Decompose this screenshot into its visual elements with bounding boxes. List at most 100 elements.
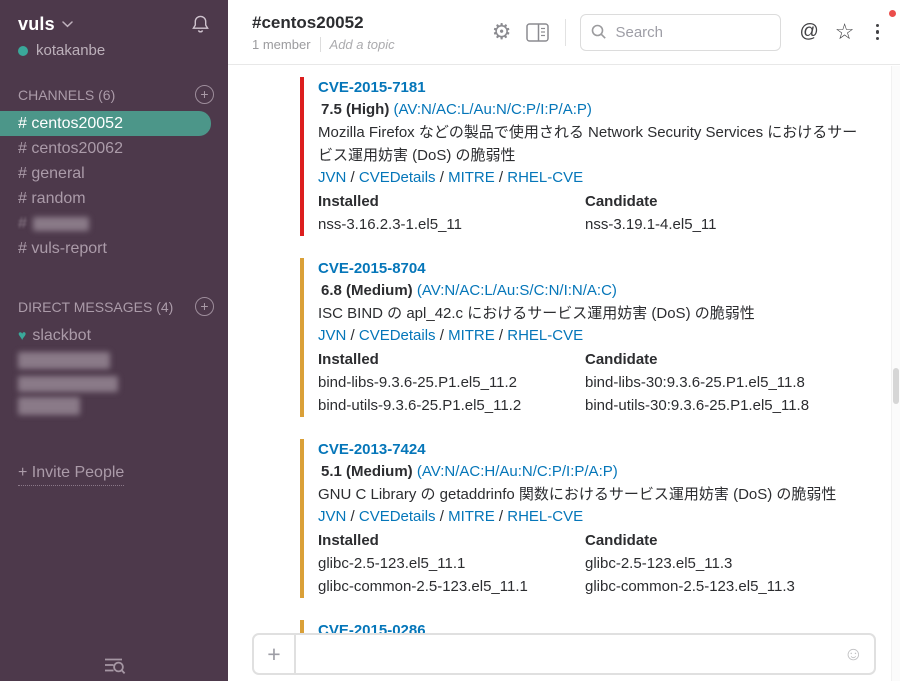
link-separator: / bbox=[436, 508, 449, 525]
sidebar-channel-item[interactable]: # bbox=[0, 211, 228, 236]
reference-link-cvedetails[interactable]: CVEDetails bbox=[359, 508, 436, 525]
field-title: Candidate bbox=[585, 191, 852, 213]
dms-count: (4) bbox=[156, 299, 173, 315]
package-version: glibc-2.5-123.el5_11.3 bbox=[585, 552, 852, 575]
package-version: bind-libs-30:9.3.6-25.P1.el5_11.8 bbox=[585, 371, 852, 394]
sidebar-channel-item[interactable]: # general bbox=[0, 161, 228, 186]
mentions-icon[interactable]: @ bbox=[799, 21, 818, 43]
reference-link-rhel-cve[interactable]: RHEL-CVE bbox=[507, 169, 583, 186]
search-input[interactable] bbox=[615, 24, 770, 41]
gear-icon[interactable]: ⚙ bbox=[492, 21, 512, 43]
kebab-menu-icon[interactable] bbox=[869, 20, 887, 44]
field-candidate: Candidatenss-3.19.1-4.el5_11 bbox=[585, 191, 852, 236]
reference-link-mitre[interactable]: MITRE bbox=[448, 169, 495, 186]
attach-plus-button[interactable]: + bbox=[254, 635, 296, 673]
reference-link-rhel-cve[interactable]: RHEL-CVE bbox=[507, 327, 583, 344]
reference-link-jvn[interactable]: JVN bbox=[318, 508, 346, 525]
message-list: CVE-2015-7181 7.5 (High) (AV:N/AC:L/Au:N… bbox=[228, 65, 900, 681]
link-separator: / bbox=[495, 327, 508, 344]
cvss-vector-link[interactable]: (AV:N/AC:L/Au:N/C:P/I:P/A:P) bbox=[394, 101, 592, 118]
cve-description: GNU C Library の getaddrinfo 関数におけるサービス運用… bbox=[318, 483, 870, 506]
reference-links: JVN / CVEDetails / MITRE / RHEL-CVE bbox=[318, 506, 870, 528]
cve-link[interactable]: CVE-2013-7424 bbox=[318, 439, 426, 461]
redacted-channel-name bbox=[33, 217, 89, 231]
sidebar-dm-item[interactable] bbox=[0, 373, 228, 422]
add-channel-button[interactable]: + bbox=[195, 85, 214, 104]
vuln-attachment: CVE-2015-8704 6.8 (Medium) (AV:N/AC:L/Au… bbox=[300, 258, 870, 417]
reference-link-cvedetails[interactable]: CVEDetails bbox=[359, 327, 436, 344]
channels-section-label[interactable]: CHANNELS (6) bbox=[18, 87, 115, 103]
reference-link-jvn[interactable]: JVN bbox=[318, 327, 346, 344]
redacted-dm-name bbox=[18, 376, 118, 392]
username: kotakanbe bbox=[36, 42, 105, 59]
message: CVE-2015-7181 7.5 (High) (AV:N/AC:L/Au:N… bbox=[300, 77, 870, 236]
link-separator: / bbox=[436, 327, 449, 344]
flexpane-toggle-icon[interactable] bbox=[526, 23, 549, 42]
package-version: glibc-common-2.5-123.el5_11.1 bbox=[318, 575, 585, 598]
sidebar-dm-item[interactable] bbox=[0, 348, 228, 373]
header-divider bbox=[565, 19, 566, 46]
main-pane: #centos20052 1 member Add a topic ⚙ bbox=[228, 0, 900, 681]
channel-name: # random bbox=[18, 190, 86, 207]
sidebar-dm-item[interactable]: ♥slackbot bbox=[0, 323, 228, 348]
cvss-vector-link[interactable]: (AV:N/AC:H/Au:N/C:P/I:P/A:P) bbox=[417, 463, 618, 480]
link-separator: / bbox=[495, 508, 508, 525]
link-separator: / bbox=[346, 169, 359, 186]
channel-title: #centos20052 bbox=[252, 13, 492, 33]
channel-list: # centos20052# centos20062# general # ran… bbox=[0, 111, 228, 261]
emoji-picker-icon[interactable]: ☺ bbox=[844, 645, 863, 664]
slack-app: vuls kotakanbe CHANNELS (6) + # centos20… bbox=[0, 0, 900, 681]
message-input[interactable] bbox=[296, 646, 844, 663]
reference-links: JVN / CVEDetails / MITRE / RHEL-CVE bbox=[318, 167, 870, 189]
field-candidate: Candidatebind-libs-30:9.3.6-25.P1.el5_11… bbox=[585, 349, 852, 417]
link-separator: / bbox=[346, 327, 359, 344]
member-count[interactable]: 1 member bbox=[252, 37, 311, 52]
message-composer: + ☺ bbox=[252, 633, 876, 675]
invite-people-button[interactable]: + Invite People bbox=[18, 464, 124, 486]
star-icon[interactable]: ☆ bbox=[835, 21, 855, 43]
field-title: Installed bbox=[318, 349, 585, 371]
reference-link-mitre[interactable]: MITRE bbox=[448, 327, 495, 344]
dm-list: ♥slackbot bbox=[0, 323, 228, 422]
vuln-attachment: CVE-2013-7424 5.1 (Medium) (AV:N/AC:H/Au… bbox=[300, 439, 870, 598]
notifications-bell-icon[interactable] bbox=[191, 14, 210, 35]
package-fields: Installedglibc-2.5-123.el5_11.1glibc-com… bbox=[318, 530, 870, 598]
add-dm-button[interactable]: + bbox=[195, 297, 214, 316]
package-version: nss-3.19.1-4.el5_11 bbox=[585, 213, 852, 236]
search-box[interactable] bbox=[580, 14, 781, 51]
hash-icon: # bbox=[18, 215, 27, 232]
reference-link-jvn[interactable]: JVN bbox=[318, 169, 346, 186]
current-user[interactable]: kotakanbe bbox=[0, 35, 228, 59]
field-title: Candidate bbox=[585, 349, 852, 371]
field-candidate: Candidateglibc-2.5-123.el5_11.3glibc-com… bbox=[585, 530, 852, 598]
meta-divider bbox=[320, 37, 321, 52]
vuln-attachment: CVE-2015-7181 7.5 (High) (AV:N/AC:L/Au:N… bbox=[300, 77, 870, 236]
chevron-down-icon bbox=[62, 21, 73, 28]
channel-header: #centos20052 1 member Add a topic ⚙ bbox=[228, 0, 900, 65]
notification-badge bbox=[889, 10, 896, 17]
reference-links: JVN / CVEDetails / MITRE / RHEL-CVE bbox=[318, 325, 870, 347]
reference-link-rhel-cve[interactable]: RHEL-CVE bbox=[507, 508, 583, 525]
quick-search-icon[interactable] bbox=[101, 655, 127, 676]
sidebar-channel-item[interactable]: # centos20062 bbox=[0, 136, 228, 161]
add-topic-button[interactable]: Add a topic bbox=[330, 37, 395, 52]
dms-section-label[interactable]: DIRECT MESSAGES (4) bbox=[18, 299, 173, 315]
cve-link[interactable]: CVE-2015-7181 bbox=[318, 77, 426, 99]
package-version: bind-libs-9.3.6-25.P1.el5_11.2 bbox=[318, 371, 585, 394]
redacted-dm-name bbox=[18, 352, 110, 369]
cve-link[interactable]: CVE-2015-8704 bbox=[318, 258, 426, 280]
sidebar-channel-item[interactable]: # random bbox=[0, 186, 228, 211]
reference-link-mitre[interactable]: MITRE bbox=[448, 508, 495, 525]
sidebar-channel-item[interactable]: # vuls-report bbox=[0, 236, 228, 261]
team-menu[interactable]: vuls bbox=[18, 14, 73, 35]
package-fields: Installednss-3.16.2.3-1.el5_11Candidaten… bbox=[318, 191, 870, 236]
channels-count: (6) bbox=[98, 87, 115, 103]
scrollbar-track bbox=[891, 66, 900, 681]
scrollbar-thumb[interactable] bbox=[893, 368, 899, 404]
channel-name: # vuls-report bbox=[18, 240, 107, 257]
sidebar-channel-item[interactable]: # centos20052 bbox=[0, 111, 211, 136]
reference-link-cvedetails[interactable]: CVEDetails bbox=[359, 169, 436, 186]
severity-score: 6.8 (Medium) bbox=[321, 282, 413, 299]
search-icon bbox=[591, 24, 607, 40]
cvss-vector-link[interactable]: (AV:N/AC:L/Au:S/C:N/I:N/A:C) bbox=[417, 282, 617, 299]
